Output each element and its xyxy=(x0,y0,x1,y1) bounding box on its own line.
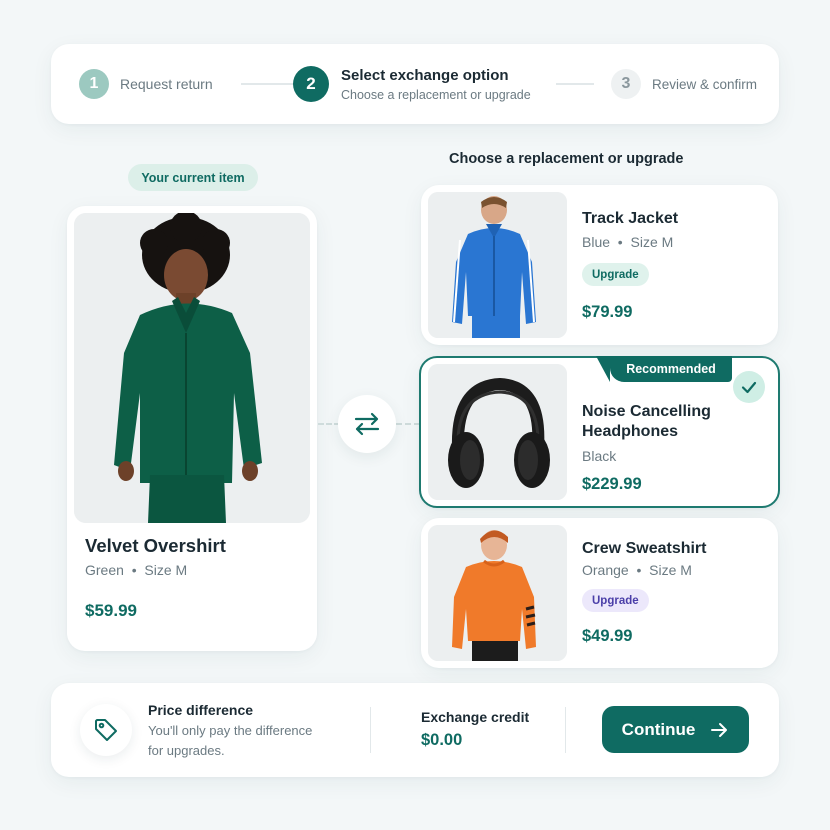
option-name: Noise Cancelling Headphones xyxy=(582,402,711,442)
option-price: $49.99 xyxy=(582,627,633,645)
option-color: Blue xyxy=(582,234,611,250)
exchange-credit-title: Exchange credit xyxy=(421,709,530,725)
option-name-line1: Noise Cancelling xyxy=(582,403,711,420)
velvet-overshirt-image xyxy=(74,213,310,523)
option-price: $79.99 xyxy=(582,303,633,321)
headphones-image xyxy=(428,364,567,500)
step-label-2: Select exchange option xyxy=(341,66,509,84)
summary-bar: Price difference You'll only pay the dif… xyxy=(51,683,779,777)
option-attributes: Orange • Size M xyxy=(582,562,692,578)
option-color: Black xyxy=(582,448,617,464)
connector-line xyxy=(318,423,340,425)
option-size: Size M xyxy=(649,562,692,578)
option-price: $229.99 xyxy=(582,475,642,493)
option-color: Orange xyxy=(582,562,629,578)
step-label-3: Review & confirm xyxy=(652,76,758,92)
step-request-return[interactable]: 1 Request return xyxy=(79,44,213,124)
step-subtitle-2: Choose a replacement or upgrade xyxy=(341,87,531,102)
recommended-badge: Recommended xyxy=(596,356,732,382)
current-item-size: Size M xyxy=(144,562,188,578)
step-connector xyxy=(241,83,301,85)
upgrade-badge: Upgrade xyxy=(582,589,649,612)
swap-button[interactable] xyxy=(338,395,396,453)
track-jacket-image xyxy=(428,192,567,338)
step-number-1: 1 xyxy=(79,69,109,99)
price-difference-description: You'll only pay the difference for upgra… xyxy=(148,723,313,758)
current-item-name: Velvet Overshirt xyxy=(85,535,226,556)
option-name: Track Jacket xyxy=(582,210,679,227)
separator-dot: • xyxy=(127,562,145,578)
step-review-confirm[interactable]: 3 Review & confirm xyxy=(611,44,757,124)
separator-dot: • xyxy=(613,234,631,250)
divider xyxy=(370,707,371,753)
selected-check xyxy=(733,371,765,403)
exchange-credit-value: $0.00 xyxy=(421,731,463,749)
exchange-stepper: 1 Request return 2 Select exchange optio… xyxy=(51,44,779,124)
upgrade-badge: Upgrade xyxy=(582,263,649,286)
continue-button[interactable]: Continue xyxy=(602,706,749,753)
current-item-color: Green xyxy=(85,562,124,578)
swap-arrows-icon xyxy=(354,412,380,436)
price-difference-title: Price difference xyxy=(148,702,254,718)
option-attributes: Blue • Size M xyxy=(582,234,673,250)
step-select-exchange[interactable]: 2 Select exchange option Choose a replac… xyxy=(293,44,531,124)
option-track-jacket[interactable]: Track Jacket Blue • Size M Upgrade $79.9… xyxy=(421,185,778,345)
crew-sweatshirt-image xyxy=(428,525,567,661)
step-label-1: Request return xyxy=(120,76,213,92)
price-tag-icon xyxy=(95,719,117,741)
option-name-line2: Headphones xyxy=(582,423,679,440)
price-tag-badge xyxy=(80,704,132,756)
current-item-attributes: Green • Size M xyxy=(85,562,187,578)
separator-dot: • xyxy=(632,562,650,578)
option-crew-sweatshirt[interactable]: Crew Sweatshirt Orange • Size M Upgrade … xyxy=(421,518,778,668)
continue-label: Continue xyxy=(621,719,696,739)
option-name: Crew Sweatshirt xyxy=(582,540,707,557)
divider xyxy=(565,707,566,753)
options-title: Choose a replacement or upgrade xyxy=(449,151,684,167)
connector-line xyxy=(396,423,420,425)
arrow-right-icon xyxy=(711,722,728,737)
check-icon xyxy=(741,381,757,394)
step-number-3: 3 xyxy=(611,69,641,99)
current-item-card: Velvet Overshirt Green • Size M $59.99 xyxy=(67,206,317,651)
step-connector xyxy=(556,83,594,85)
step-number-2: 2 xyxy=(293,66,329,102)
option-noise-cancelling-headphones[interactable]: Recommended Noise Cancelling Headphones … xyxy=(419,356,780,508)
current-item-price: $59.99 xyxy=(85,601,137,620)
option-size: Size M xyxy=(630,234,674,250)
current-item-badge: Your current item xyxy=(128,164,258,191)
